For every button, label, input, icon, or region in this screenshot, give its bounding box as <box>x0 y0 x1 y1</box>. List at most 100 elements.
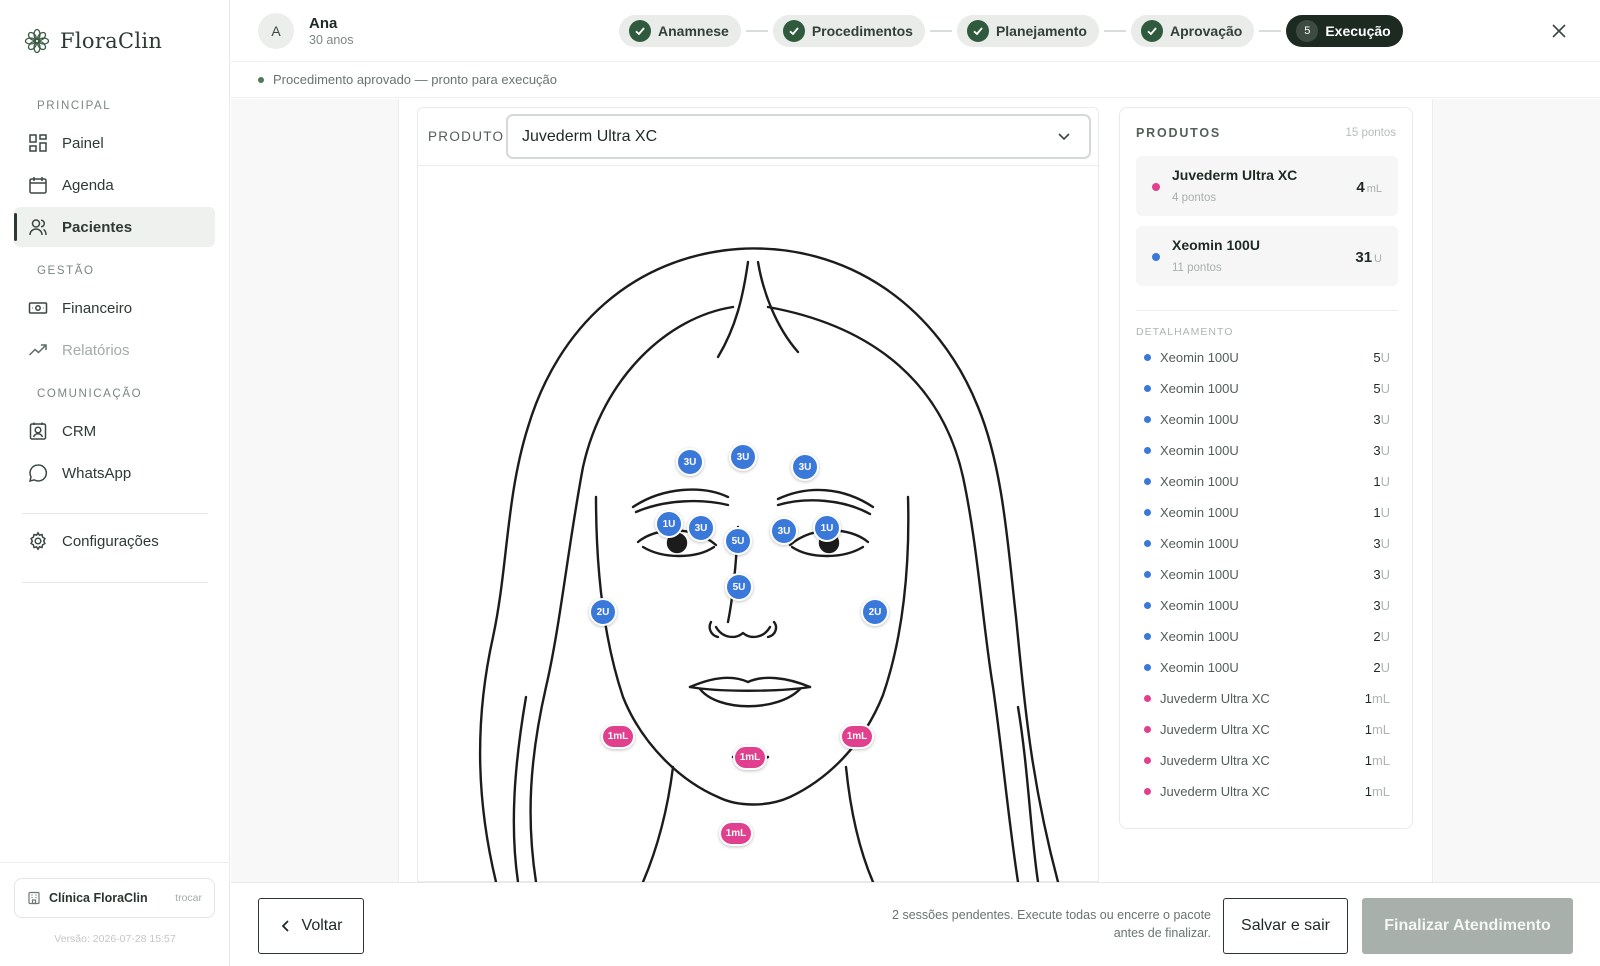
injection-point-ml[interactable]: 1mL <box>719 820 753 846</box>
detail-amount-unit: U <box>1380 629 1390 644</box>
detail-row[interactable]: Xeomin 100U 5U <box>1144 342 1390 373</box>
injection-point-units[interactable]: 5U <box>724 527 752 555</box>
detail-row[interactable]: Xeomin 100U 2U <box>1144 621 1390 652</box>
face-map[interactable]: 3U 3U 3U 1U 3U 5U 3U 1U 5U 2U 2U 1mL 1mL 1mL 1mL <box>418 167 1098 882</box>
detail-product-name: Xeomin 100U <box>1160 443 1239 458</box>
back-button[interactable]: Voltar <box>258 898 364 954</box>
save-and-exit-button[interactable]: Salvar e sair <box>1223 898 1348 954</box>
detail-amount-value: 3 <box>1373 536 1381 551</box>
detail-amount-unit: mL <box>1371 784 1390 799</box>
product-label: PRODUTO <box>428 129 505 144</box>
detail-amount: 5U <box>1373 350 1390 365</box>
injection-point-ml[interactable]: 1mL <box>733 744 767 770</box>
color-dot <box>1144 416 1151 423</box>
detail-amount-value: 2 <box>1373 629 1381 644</box>
product-select[interactable]: Juvederm Ultra XC <box>506 114 1091 159</box>
detail-row[interactable]: Xeomin 100U 5U <box>1144 373 1390 404</box>
step-number: 5 <box>1296 20 1319 42</box>
detail-amount-value: 1 <box>1364 691 1372 706</box>
sidebar-item-financeiro[interactable]: Financeiro <box>14 288 215 328</box>
face-map-card: PRODUTO Juvederm Ultra XC 3U 3U 3U 1U 3U… <box>417 107 1099 882</box>
finish-appointment-button[interactable]: Finalizar Atendimento <box>1362 898 1573 954</box>
detail-amount-value: 3 <box>1373 598 1381 613</box>
detail-row[interactable]: Juvederm Ultra XC 1mL <box>1144 745 1390 776</box>
step-planejamento[interactable]: Planejamento <box>956 15 1099 47</box>
sidebar-item-agenda[interactable]: Agenda <box>14 165 215 205</box>
clinic-change-link[interactable]: trocar <box>175 892 202 904</box>
step-anamnese[interactable]: Anamnese <box>619 15 741 47</box>
flower-logo-icon <box>24 28 50 54</box>
detail-amount-value: 1 <box>1364 753 1372 768</box>
gear-icon <box>30 531 46 551</box>
injection-point-units[interactable]: 5U <box>725 573 753 601</box>
chat-icon <box>28 464 48 483</box>
detail-row[interactable]: Xeomin 100U 1U <box>1144 466 1390 497</box>
nav-section-gestao: GESTÃO <box>37 265 95 277</box>
product-summary-item[interactable]: Xeomin 100U 11 pontos 31 U <box>1136 226 1398 286</box>
status-dot <box>258 76 264 83</box>
sidebar-item-whatsapp[interactable]: WhatsApp <box>14 453 215 493</box>
sidebar-item-crm[interactable]: CRM <box>14 411 215 451</box>
version-label: Versão: 2026-07-28 15:57 <box>54 933 176 945</box>
detail-amount-value: 3 <box>1373 443 1381 458</box>
detail-amount: 3U <box>1373 443 1390 458</box>
sidebar-divider <box>22 582 208 583</box>
detail-row[interactable]: Juvederm Ultra XC 1mL <box>1144 714 1390 745</box>
sidebar-item-pacientes[interactable]: Pacientes <box>14 207 215 247</box>
detail-amount-unit: U <box>1380 505 1390 520</box>
detail-amount-unit: U <box>1380 474 1390 489</box>
product-total-unit: U <box>1374 253 1382 265</box>
sidebar-item-label: Agenda <box>62 176 114 194</box>
injection-point-ml[interactable]: 1mL <box>601 723 635 749</box>
product-summary-item[interactable]: Juvederm Ultra XC 4 pontos 4 mL <box>1136 156 1398 216</box>
injection-point-units[interactable]: 3U <box>687 514 715 542</box>
color-dot <box>1144 478 1151 485</box>
check-icon <box>966 20 989 42</box>
detail-row[interactable]: Xeomin 100U 3U <box>1144 528 1390 559</box>
step-connector <box>745 30 768 32</box>
sidebar-item-configuracoes[interactable]: Configurações <box>14 521 215 561</box>
detail-row[interactable]: Xeomin 100U 2U <box>1144 652 1390 683</box>
close-button[interactable] <box>1548 20 1570 42</box>
injection-point-units[interactable]: 3U <box>770 517 798 545</box>
detail-product-name: Juvederm Ultra XC <box>1160 784 1270 799</box>
injection-point-units[interactable]: 1U <box>655 510 683 538</box>
sidebar-item-painel[interactable]: Painel <box>14 123 215 163</box>
detail-product-name: Xeomin 100U <box>1160 536 1239 551</box>
contact-icon <box>29 422 47 440</box>
detail-row[interactable]: Xeomin 100U 3U <box>1144 559 1390 590</box>
detail-row[interactable]: Xeomin 100U 3U <box>1144 590 1390 621</box>
color-dot <box>1144 602 1151 609</box>
sidebar-divider <box>22 513 208 514</box>
detail-row[interactable]: Juvederm Ultra XC 1mL <box>1144 683 1390 714</box>
detail-amount: 1mL <box>1365 722 1390 737</box>
product-total-value: 4 <box>1356 179 1365 196</box>
step-procedimentos[interactable]: Procedimentos <box>772 15 925 47</box>
injection-point-units[interactable]: 3U <box>791 453 819 481</box>
step-execucao[interactable]: 5 Execução <box>1286 15 1403 47</box>
detail-product-name: Xeomin 100U <box>1160 598 1239 613</box>
product-points: 4 pontos <box>1172 192 1217 204</box>
sidebar-item-relatorios[interactable]: Relatórios <box>14 330 215 370</box>
brand-logo[interactable]: FloraClin <box>24 28 162 54</box>
clinic-switcher[interactable]: Clínica FloraClin trocar <box>14 878 215 918</box>
step-aprovacao[interactable]: Aprovação <box>1130 15 1255 47</box>
close-icon <box>1552 24 1566 38</box>
detail-row[interactable]: Xeomin 100U 3U <box>1144 435 1390 466</box>
products-divider <box>1136 310 1398 311</box>
injection-point-units[interactable]: 1U <box>813 514 841 542</box>
injection-point-units[interactable]: 2U <box>589 598 617 626</box>
detail-row[interactable]: Xeomin 100U 3U <box>1144 404 1390 435</box>
injection-point-ml[interactable]: 1mL <box>840 723 874 749</box>
injection-point-units[interactable]: 3U <box>729 443 757 471</box>
color-dot <box>1144 664 1151 671</box>
injection-point-units[interactable]: 3U <box>676 448 704 476</box>
detail-row[interactable]: Juvederm Ultra XC 1mL <box>1144 776 1390 807</box>
detail-row[interactable]: Xeomin 100U 1U <box>1144 497 1390 528</box>
injection-point-units[interactable]: 2U <box>861 598 889 626</box>
chevron-left-icon <box>281 920 289 932</box>
product-name: Juvederm Ultra XC <box>1172 167 1298 183</box>
sidebar-item-label: WhatsApp <box>62 464 132 482</box>
detail-amount-value: 3 <box>1373 567 1381 582</box>
detail-amount-unit: U <box>1380 350 1390 365</box>
